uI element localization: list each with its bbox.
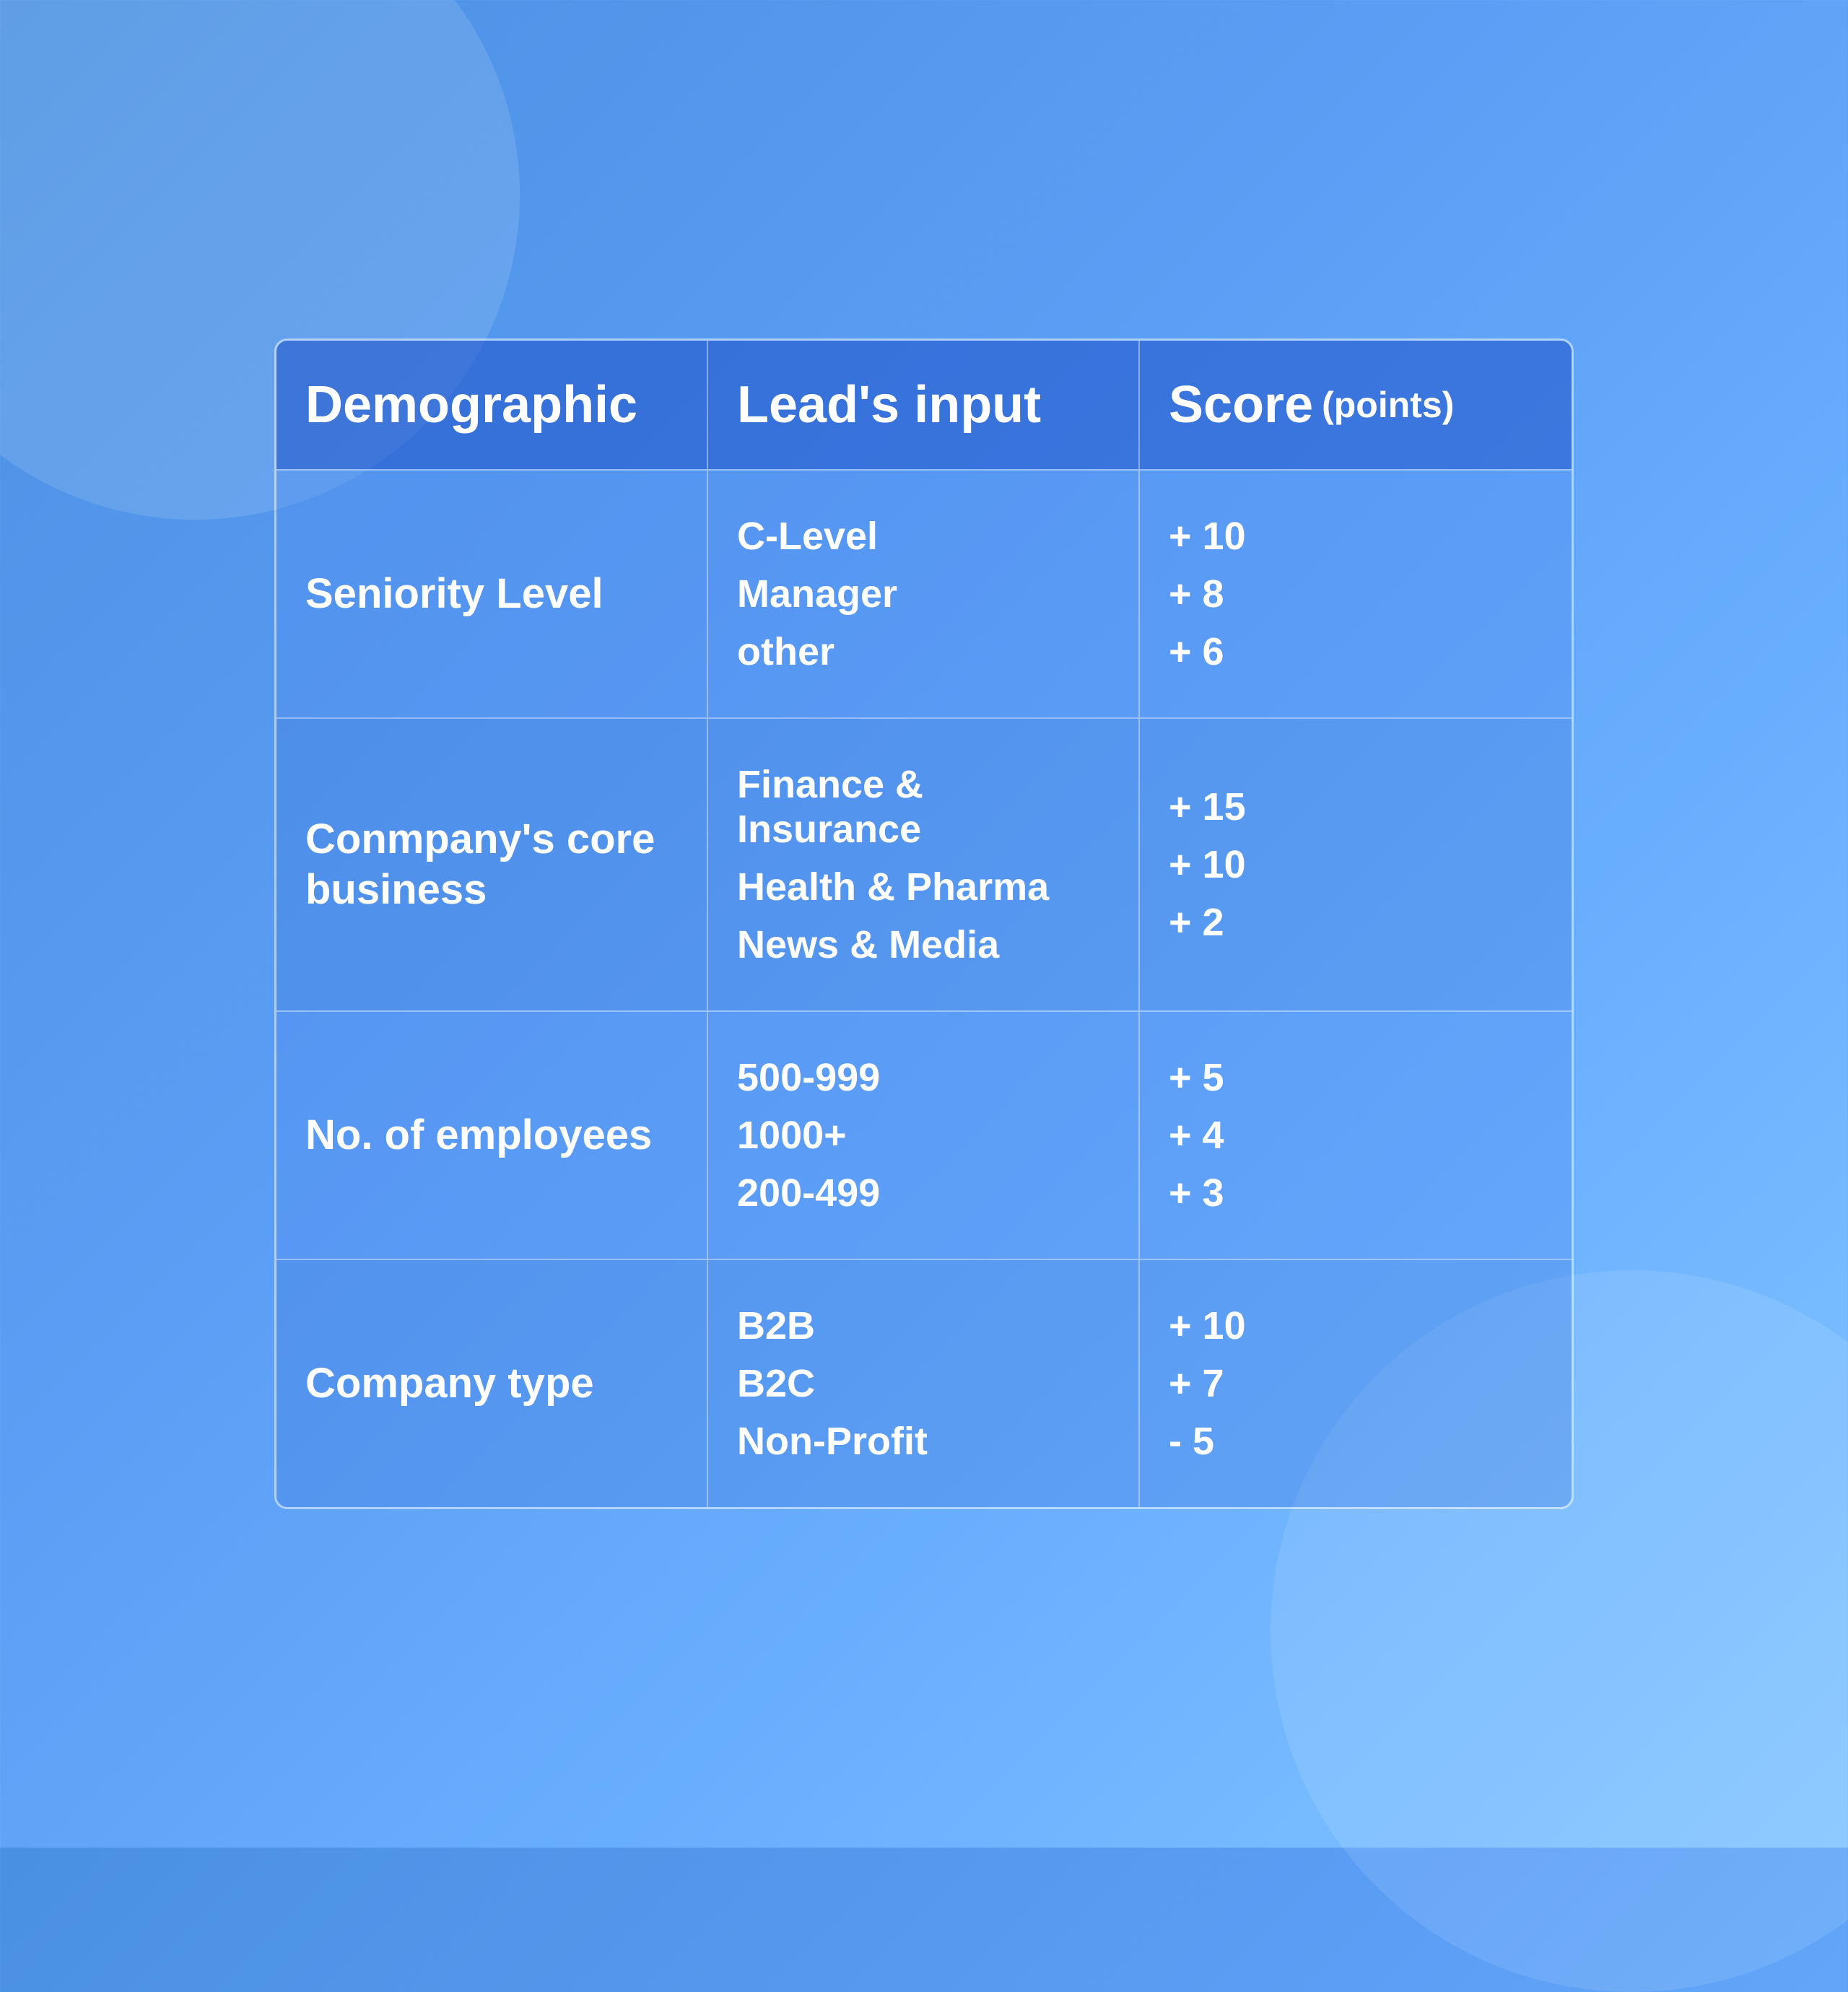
table-row: Seniority LevelC-LevelManagerother+ 10+ … [276, 469, 1572, 717]
score-value: + 8 [1169, 572, 1246, 616]
score-cell: + 15 + 10 + 2 [1140, 719, 1572, 1010]
table-row: Company type B2B B2C Non-Profit + 10 + 7 - 5 [276, 1259, 1572, 1507]
leads-input-value: 1000+ [737, 1113, 880, 1158]
leads-input-value: Manager [737, 572, 897, 616]
leads-input-value: Health & Pharma [737, 865, 1110, 909]
leads-input-value: other [737, 629, 897, 674]
header-score-label: Score [1169, 375, 1313, 434]
leads-input-cell: C-Level Manager other [708, 471, 1140, 717]
header-demographic-label: Demographic [305, 375, 637, 434]
demographic-label: Conmpany's core business [305, 814, 678, 914]
score-value: + 10 [1169, 842, 1246, 887]
leads-input-value: B2C [737, 1361, 928, 1406]
score-value: + 5 [1169, 1055, 1224, 1100]
leads-input-value: Finance & Insurance [737, 762, 1110, 852]
score-cell: + 5 + 4 + 3 [1140, 1012, 1572, 1259]
score-cell: + 10 + 7 - 5 [1140, 1260, 1572, 1507]
score-value: + 3 [1169, 1171, 1224, 1215]
score-value: + 6 [1169, 629, 1246, 674]
leads-input-value: B2B [737, 1303, 928, 1348]
leads-input-value: 500-999 [737, 1055, 880, 1100]
leads-input-cell: B2B B2C Non-Profit [708, 1260, 1140, 1507]
demographic-cell: Company type [276, 1260, 708, 1507]
leads-input-value: Non-Profit [737, 1419, 928, 1464]
score-value: - 5 [1169, 1419, 1246, 1464]
demographic-cell: No. of employees [276, 1012, 708, 1259]
score-value: + 15 [1169, 785, 1246, 829]
table-row: Conmpany's core business Finance & Insura… [276, 717, 1572, 1010]
score-value: + 10 [1169, 514, 1246, 559]
score-value: + 10 [1169, 1303, 1246, 1348]
demographic-cell: Conmpany's core business [276, 719, 708, 1010]
leads-input-value: 200-499 [737, 1171, 880, 1215]
leads-input-cell: Finance & Insurance Health & Pharma News &… [708, 719, 1140, 1010]
demographic-label: Company type [305, 1358, 594, 1409]
score-value: + 2 [1169, 900, 1246, 945]
score-value: + 7 [1169, 1361, 1246, 1406]
score-value: + 4 [1169, 1113, 1224, 1158]
header-score: Score (points) [1140, 341, 1572, 469]
leads-input-value: C-Level [737, 514, 897, 559]
leads-input-cell: 500-999 1000+ 200-499 [708, 1012, 1140, 1259]
header-score-sub: (points) [1322, 384, 1454, 426]
leads-input-value: News & Media [737, 922, 1110, 967]
demographic-cell: Seniority Level [276, 471, 708, 717]
table-body: Seniority LevelC-LevelManagerother+ 10+ … [276, 469, 1572, 1507]
scoring-table: Demographic Lead's input Score (points) … [274, 338, 1574, 1509]
table-row: No. of employees500-9991000+200-499+ 5+ … [276, 1010, 1572, 1259]
score-cell: + 10 + 8 + 6 [1140, 471, 1572, 717]
header-leads-input-label: Lead's input [737, 375, 1041, 434]
table-header: Demographic Lead's input Score (points) [276, 341, 1572, 469]
demographic-label: No. of employees [305, 1110, 652, 1161]
demographic-label: Seniority Level [305, 569, 603, 619]
header-leads-input: Lead's input [708, 341, 1140, 469]
header-demographic: Demographic [276, 341, 708, 469]
